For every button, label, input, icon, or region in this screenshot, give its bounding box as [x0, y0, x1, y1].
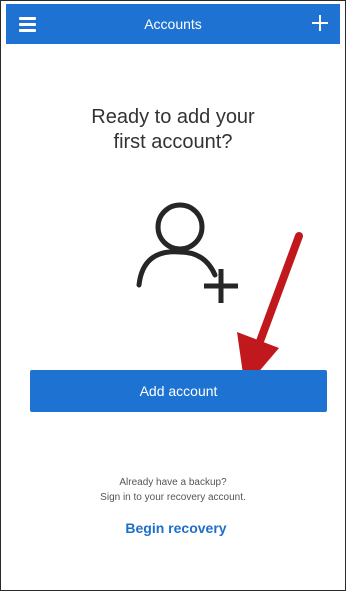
- empty-state-heading: Ready to add your first account?: [91, 106, 255, 153]
- backup-question: Already have a backup?: [119, 477, 227, 488]
- page-title: Accounts: [144, 16, 202, 32]
- plus-icon[interactable]: [308, 11, 332, 35]
- top-app-bar: Accounts: [6, 4, 340, 44]
- backup-instruction: Sign in to your recovery account.: [100, 492, 246, 503]
- backup-prompt: Already have a backup? Sign in to your r…: [21, 475, 325, 505]
- app-screen: Accounts Ready to add your first account…: [0, 0, 346, 591]
- begin-recovery-link[interactable]: Begin recovery: [101, 520, 251, 536]
- add-account-button[interactable]: Add account: [30, 370, 327, 412]
